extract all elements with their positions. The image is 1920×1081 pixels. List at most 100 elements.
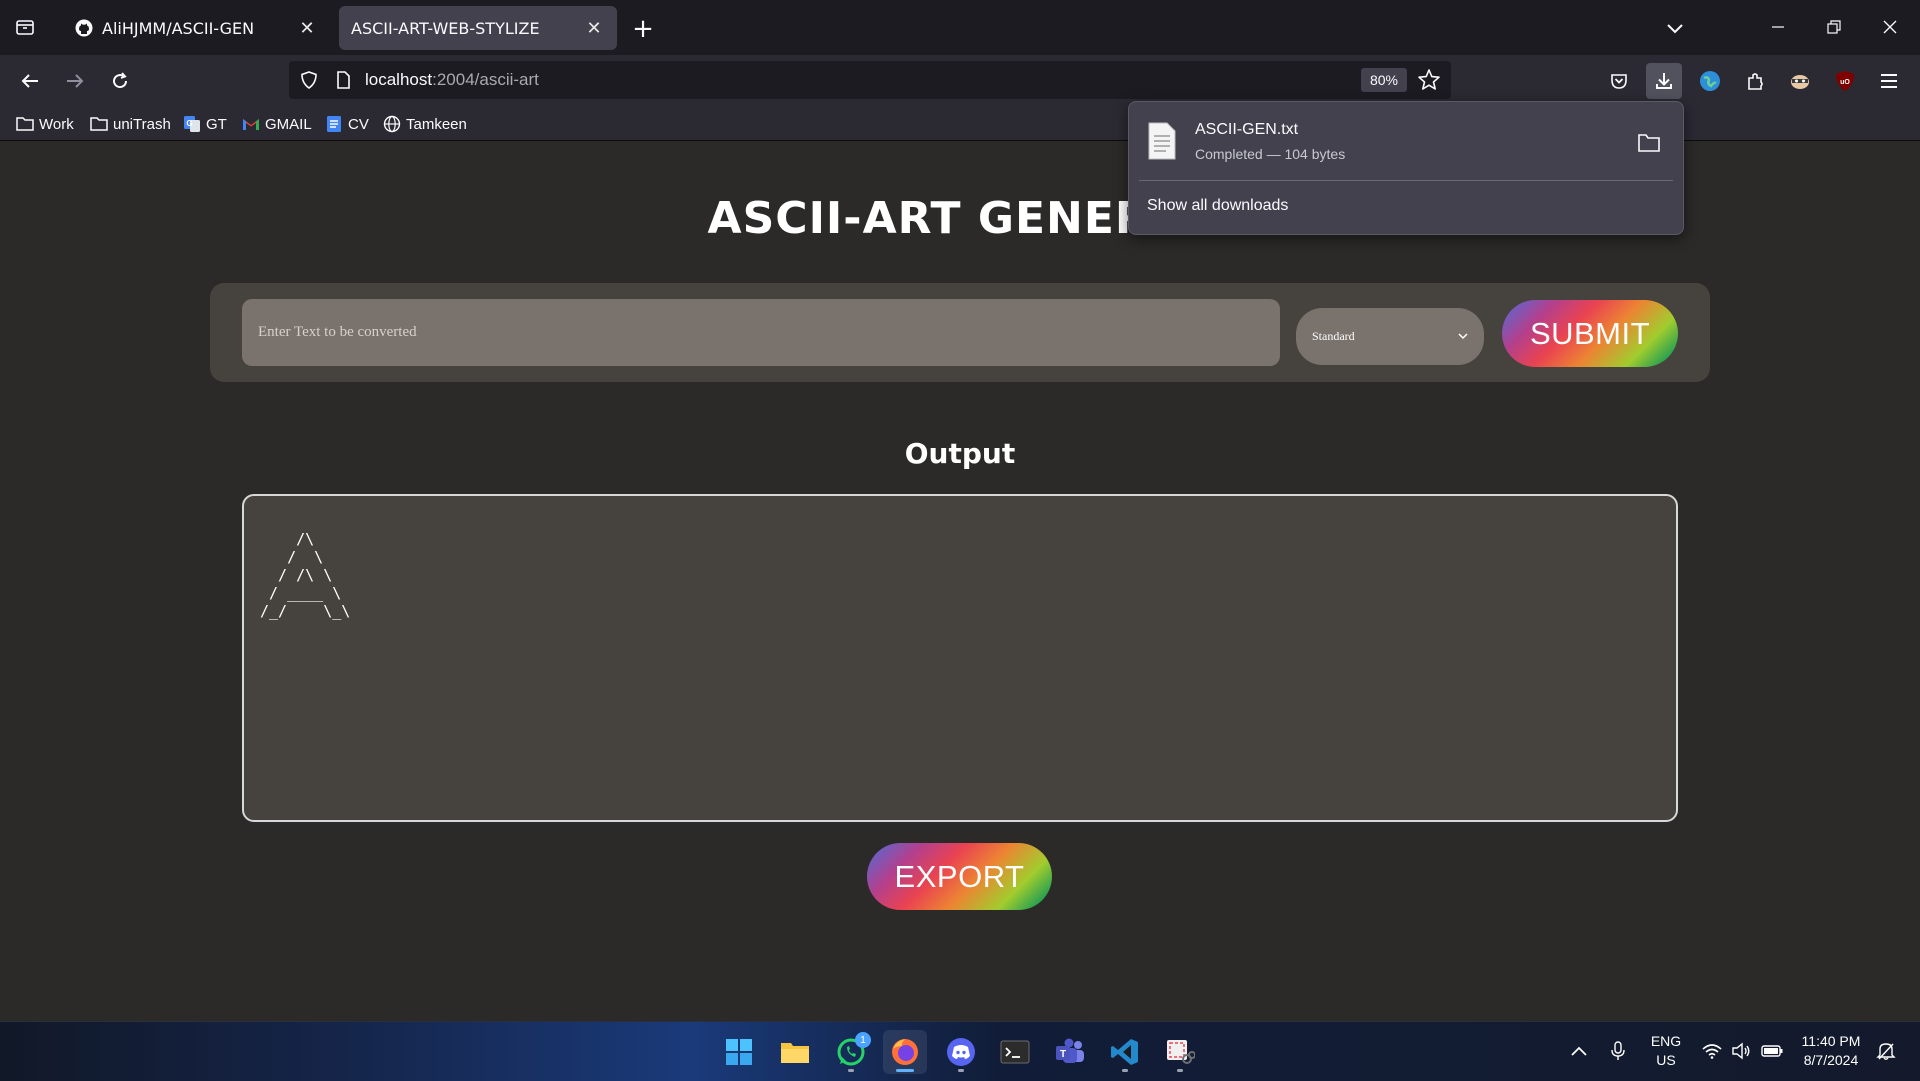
taskbar-teams[interactable]: T [1048, 1030, 1092, 1074]
running-indicator [1177, 1069, 1183, 1072]
terminal-icon [1000, 1040, 1030, 1064]
downloads-panel: ASCII-GEN.txt Completed — 104 bytes Show… [1128, 101, 1684, 235]
pocket-button[interactable] [1601, 63, 1637, 99]
battery-charging-icon [1761, 1045, 1783, 1057]
taskbar-snipping-tool[interactable] [1158, 1030, 1202, 1074]
taskbar-discord[interactable] [939, 1030, 983, 1074]
window-close-button[interactable] [1868, 8, 1912, 46]
tab-title: AliHJMM/ASCII-GEN [102, 18, 255, 38]
close-icon[interactable]: ✕ [296, 17, 318, 39]
battery-button[interactable] [1761, 1040, 1783, 1062]
banner-select[interactable]: Standard [1296, 308, 1484, 365]
gmail-icon [242, 115, 260, 133]
bookmark-cv[interactable]: CV [325, 113, 369, 135]
export-button[interactable]: EXPORT [867, 843, 1052, 910]
all-tabs-button[interactable] [8, 10, 42, 44]
notification-badge: 1 [855, 1032, 871, 1048]
snipping-tool-icon [1167, 1040, 1195, 1064]
ublock-button[interactable]: uO [1827, 63, 1863, 99]
windows-start-button[interactable] [717, 1030, 761, 1074]
new-tab-button[interactable]: + [628, 14, 658, 44]
bookmark-gt[interactable]: G GT [183, 113, 227, 135]
app-menu-button[interactable] [1871, 63, 1907, 99]
microphone-button[interactable] [1607, 1040, 1629, 1062]
bookmark-label: Tamkeen [406, 115, 467, 133]
extension-privacy-button[interactable] [1782, 63, 1818, 99]
wifi-icon [1702, 1044, 1722, 1059]
tab-ascii-art[interactable]: ASCII-ART-WEB-STYLIZE ✕ [339, 6, 617, 50]
close-icon[interactable]: ✕ [583, 17, 605, 39]
taskbar-terminal[interactable] [993, 1030, 1037, 1074]
output-heading: Output [904, 437, 1016, 470]
bookmark-unitrash[interactable]: uniTrash [90, 113, 171, 135]
minimize-icon [1772, 26, 1784, 28]
back-button[interactable] [12, 63, 48, 99]
language-indicator[interactable]: ENG US [1648, 1032, 1684, 1070]
running-indicator [958, 1069, 964, 1072]
url-path: :2004/ascii-art [432, 70, 539, 89]
forward-button[interactable] [57, 63, 93, 99]
firefox-icon [892, 1039, 918, 1065]
tab-strip: AliHJMM/ASCII-GEN ✕ ASCII-ART-WEB-STYLIZ… [0, 0, 1920, 55]
restore-button[interactable] [1812, 8, 1856, 46]
clock-date: 8/7/2024 [1803, 1052, 1859, 1068]
tab-github[interactable]: AliHJMM/ASCII-GEN ✕ [62, 6, 330, 50]
restore-icon [1827, 20, 1841, 34]
extensions-button[interactable] [1737, 63, 1773, 99]
discord-icon [947, 1038, 975, 1066]
google-docs-icon [325, 115, 343, 133]
file-explorer-icon [781, 1043, 809, 1063]
taskbar-vscode[interactable] [1103, 1030, 1147, 1074]
bookmark-label: Work [39, 115, 74, 133]
banner-select-value: Standard [1312, 329, 1355, 343]
close-icon [1883, 20, 1897, 34]
tracking-shield-icon[interactable] [299, 70, 319, 90]
list-all-tabs-button[interactable] [1660, 14, 1690, 44]
globe-extension-icon [1700, 71, 1720, 91]
globe-icon [383, 115, 401, 133]
minimize-button[interactable] [1756, 8, 1800, 46]
svg-text:uO: uO [1840, 79, 1850, 86]
svg-text:G: G [186, 119, 192, 128]
wifi-button[interactable] [1701, 1040, 1723, 1062]
google-translate-icon: G [183, 115, 201, 133]
show-all-downloads-link[interactable]: Show all downloads [1147, 197, 1288, 215]
clock[interactable]: 11:40 PM 8/7/2024 [1796, 1032, 1866, 1070]
bookmark-gmail[interactable]: GMAIL [242, 113, 312, 135]
svg-text:T: T [1060, 1049, 1066, 1060]
download-icon [1656, 73, 1672, 89]
pocket-icon [1611, 74, 1627, 89]
text-file-icon [1148, 122, 1176, 160]
zoom-indicator[interactable]: 80% [1361, 68, 1407, 92]
bookmark-work[interactable]: Work [16, 113, 74, 135]
ublock-origin-icon: uO [1836, 71, 1854, 91]
ascii-output: /\ / \ / /\ \ / ____ \ /_/ \_\ [260, 530, 351, 620]
address-bar[interactable]: localhost:2004/ascii-art 80% [289, 61, 1451, 99]
show-hidden-icons-button[interactable] [1568, 1040, 1590, 1062]
bookmark-star-icon[interactable] [1417, 68, 1441, 92]
arrow-left-icon [21, 74, 38, 88]
volume-button[interactable] [1730, 1040, 1752, 1062]
bookmark-tamkeen[interactable]: Tamkeen [383, 113, 467, 135]
language-line-1: ENG [1650, 1033, 1682, 1049]
folder-icon [90, 115, 108, 133]
running-indicator [1122, 1069, 1128, 1072]
page-info-icon[interactable] [333, 70, 353, 90]
taskbar-file-explorer[interactable] [773, 1030, 817, 1074]
url-text[interactable]: localhost:2004/ascii-art [365, 70, 539, 90]
notifications-button[interactable] [1875, 1040, 1897, 1062]
bookmark-label: GMAIL [265, 115, 312, 133]
language-line-2: US [1656, 1052, 1676, 1068]
taskbar-whatsapp[interactable]: 1 [829, 1030, 873, 1074]
taskbar-firefox[interactable] [883, 1030, 927, 1074]
reload-button[interactable] [102, 63, 138, 99]
text-to-convert-input[interactable] [242, 299, 1280, 366]
submit-button[interactable]: SUBMIT [1502, 300, 1678, 367]
downloads-button[interactable] [1646, 63, 1682, 99]
folder-icon [16, 115, 34, 133]
extension-translate-button[interactable] [1692, 63, 1728, 99]
plus-icon: + [632, 14, 654, 44]
chevron-down-icon [1458, 333, 1468, 340]
download-file-name[interactable]: ASCII-GEN.txt [1195, 121, 1298, 139]
open-folder-icon[interactable] [1637, 132, 1661, 154]
